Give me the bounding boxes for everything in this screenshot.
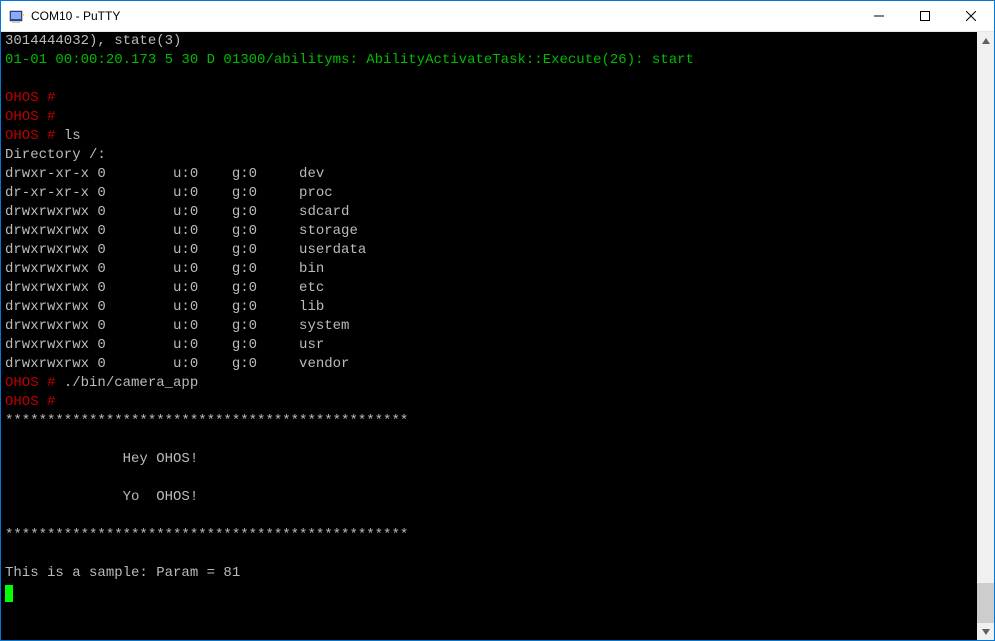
close-button[interactable] (948, 1, 994, 31)
dir-row: drwxrwxrwx 0 u:0 g:0 userdata (5, 241, 977, 260)
putty-window: COM10 - PuTTY 3014444032), state(3)01-01… (0, 0, 995, 641)
blank-line (5, 70, 977, 89)
prompt-line: OHOS # (5, 393, 977, 412)
dir-row: drwxrwxrwx 0 u:0 g:0 storage (5, 222, 977, 241)
blank-line (5, 545, 977, 564)
dir-row: drwxrwxrwx 0 u:0 g:0 usr (5, 336, 977, 355)
scroll-up-icon[interactable] (977, 32, 994, 49)
prompt-line: OHOS # ./bin/camera_app (5, 374, 977, 393)
dir-row: drwxrwxrwx 0 u:0 g:0 system (5, 317, 977, 336)
separator-line: ****************************************… (5, 412, 977, 431)
dir-header: Directory /: (5, 146, 977, 165)
titlebar[interactable]: COM10 - PuTTY (1, 1, 994, 32)
output-line: Yo OHOS! (5, 488, 977, 507)
blank-line (5, 431, 977, 450)
scroll-thumb[interactable] (977, 583, 994, 623)
prompt-line: OHOS # ls (5, 127, 977, 146)
maximize-button[interactable] (902, 1, 948, 31)
dir-row: drwxrwxrwx 0 u:0 g:0 bin (5, 260, 977, 279)
dir-row: drwxrwxrwx 0 u:0 g:0 etc (5, 279, 977, 298)
log-line: 01-01 00:00:20.173 5 30 D 01300/abilitym… (5, 51, 977, 70)
dir-row: drwxrwxrwx 0 u:0 g:0 sdcard (5, 203, 977, 222)
separator-line: ****************************************… (5, 526, 977, 545)
dir-row: drwxrwxrwx 0 u:0 g:0 lib (5, 298, 977, 317)
minimize-button[interactable] (856, 1, 902, 31)
scroll-track[interactable] (977, 49, 994, 623)
output-line: This is a sample: Param = 81 (5, 564, 977, 583)
putty-icon (9, 8, 25, 24)
window-controls (856, 1, 994, 31)
window-title: COM10 - PuTTY (31, 9, 856, 23)
prompt-line: OHOS # (5, 108, 977, 127)
dir-row: drwxr-xr-x 0 u:0 g:0 dev (5, 165, 977, 184)
output-line: Hey OHOS! (5, 450, 977, 469)
dir-row: drwxrwxrwx 0 u:0 g:0 vendor (5, 355, 977, 374)
terminal[interactable]: 3014444032), state(3)01-01 00:00:20.173 … (1, 32, 977, 640)
log-line: 3014444032), state(3) (5, 32, 977, 51)
dir-row: dr-xr-xr-x 0 u:0 g:0 proc (5, 184, 977, 203)
scroll-down-icon[interactable] (977, 623, 994, 640)
blank-line (5, 507, 977, 526)
scrollbar[interactable] (977, 32, 994, 640)
cursor-icon (5, 585, 13, 602)
terminal-area: 3014444032), state(3)01-01 00:00:20.173 … (1, 32, 994, 640)
cursor-line (5, 583, 977, 602)
blank-line (5, 469, 977, 488)
prompt-line: OHOS # (5, 89, 977, 108)
